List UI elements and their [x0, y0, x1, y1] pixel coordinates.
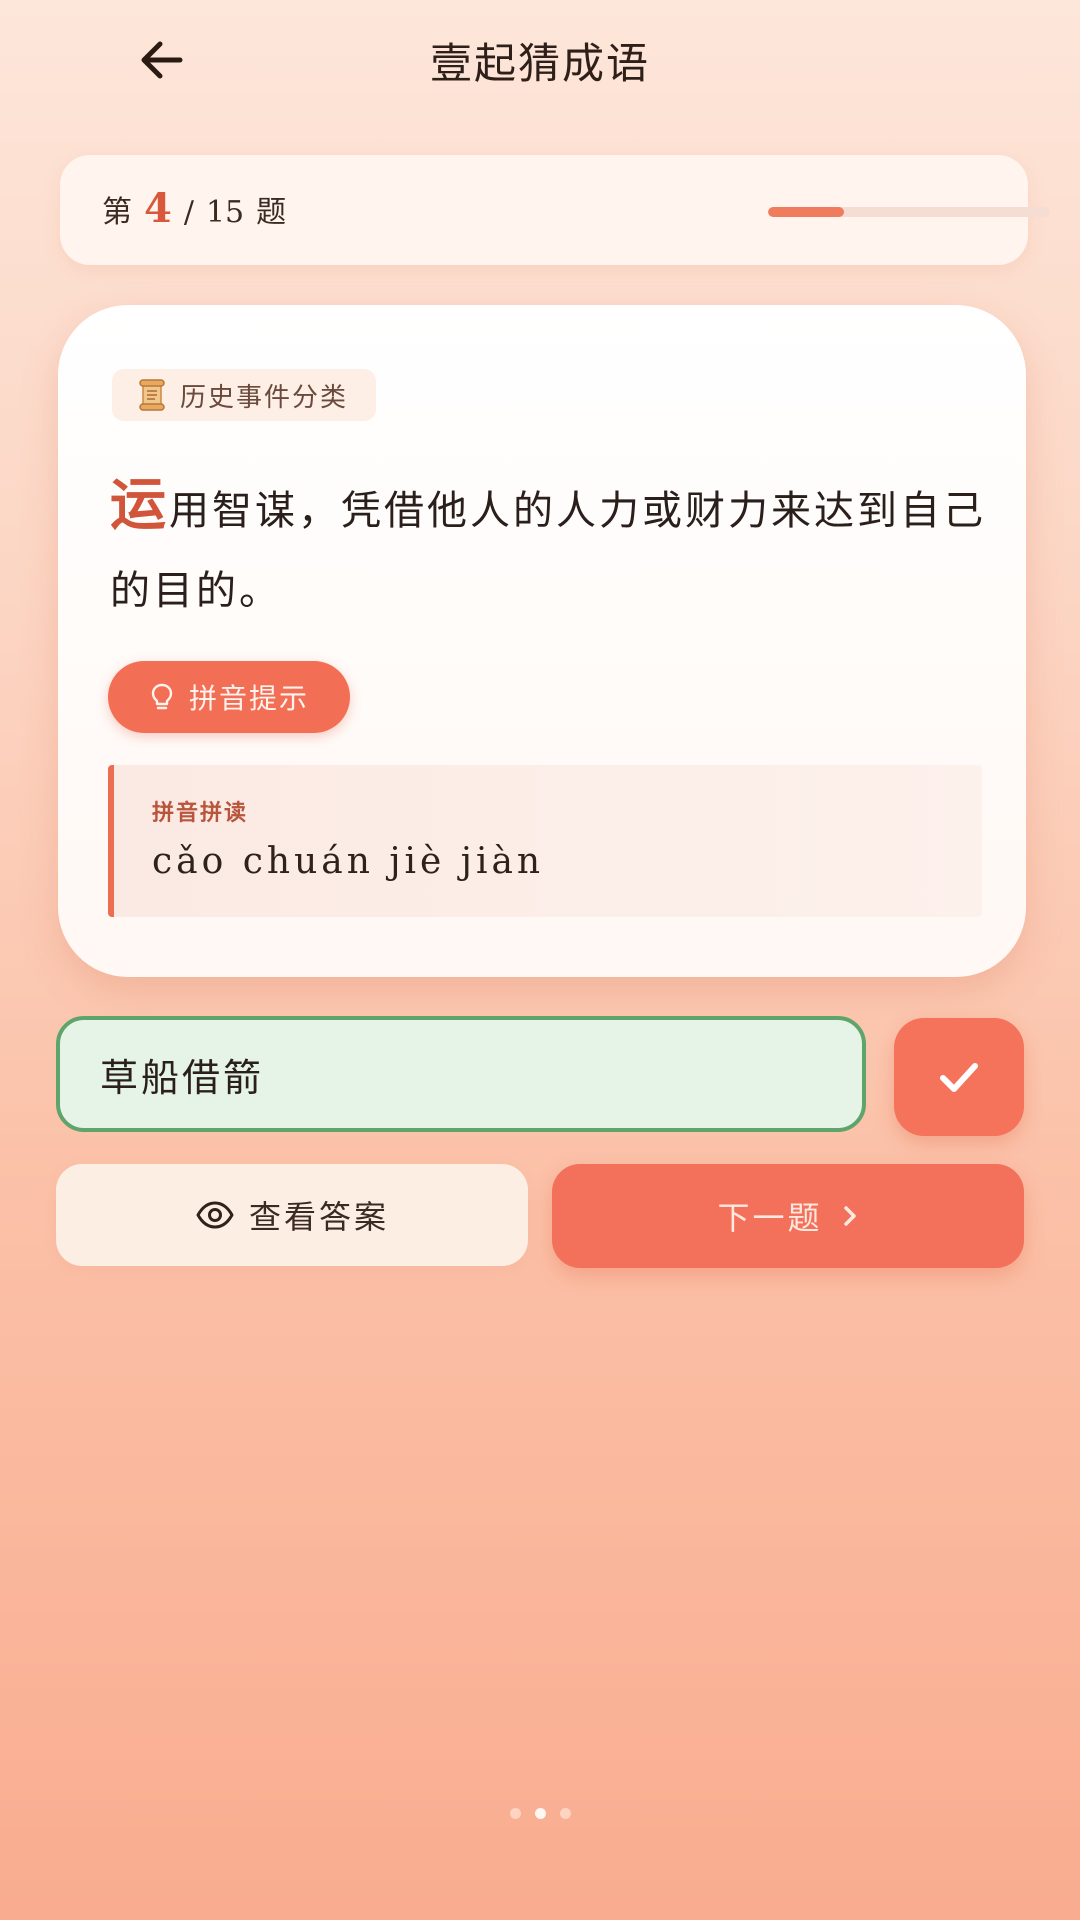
- answer-input[interactable]: [56, 1016, 866, 1132]
- counter-prefix: 第: [102, 195, 132, 230]
- next-question-button[interactable]: 下一题: [552, 1164, 1024, 1268]
- view-answer-label: 查看答案: [248, 1198, 389, 1236]
- pinyin-hint-label: 拼音提示: [188, 682, 309, 715]
- page-dot[interactable]: [559, 1808, 571, 1819]
- page-indicator: [0, 1808, 1080, 1819]
- pinyin-reading: cǎo chuán jiè jiàn: [152, 841, 545, 882]
- chevron-right-icon: [843, 1206, 856, 1226]
- pinyin-hint-button[interactable]: 拼音提示: [108, 661, 350, 733]
- progress-bar-fill: [768, 207, 845, 217]
- question-card: 历史事件分类 运用智谋，凭借他人的人力或财力来达到自己的目的。 拼音提示 拼音拼…: [58, 305, 1026, 977]
- progress-card: 第 4 / 15 题: [60, 155, 1050, 265]
- page-dot[interactable]: [509, 1808, 521, 1819]
- current-question-number: 4: [144, 185, 172, 232]
- question-first-char: 运: [110, 472, 169, 538]
- counter-suffix: 题: [256, 195, 287, 230]
- counter-separator: /: [183, 195, 194, 230]
- check-icon: [940, 1063, 978, 1092]
- pinyin-panel-title: 拼音拼读: [152, 801, 249, 826]
- eye-icon: [196, 1201, 234, 1229]
- page-title: 壹起猜成语: [429, 39, 650, 88]
- next-question-label: 下一题: [717, 1199, 823, 1237]
- question-rest-text: 用智谋，凭借他人的人力或财力来达到自己的目的。: [110, 488, 986, 614]
- view-answer-button[interactable]: 查看答案: [56, 1164, 528, 1266]
- question-text: 运用智谋，凭借他人的人力或财力来达到自己的目的。: [110, 465, 990, 631]
- total-question-number: 15: [205, 195, 245, 230]
- scroll-icon: [139, 379, 165, 411]
- progress-bar: [768, 207, 1050, 217]
- pinyin-panel: 拼音拼读 cǎo chuán jiè jiàn: [108, 765, 982, 917]
- page-dot[interactable]: [534, 1808, 546, 1819]
- category-label: 历史事件分类: [180, 382, 349, 413]
- submit-answer-button[interactable]: [894, 1018, 1024, 1136]
- header: 壹起猜成语: [0, 0, 1080, 120]
- lightbulb-icon: [151, 683, 173, 710]
- question-counter: 第 4 / 15 题: [102, 185, 286, 232]
- category-chip: 历史事件分类: [112, 369, 377, 421]
